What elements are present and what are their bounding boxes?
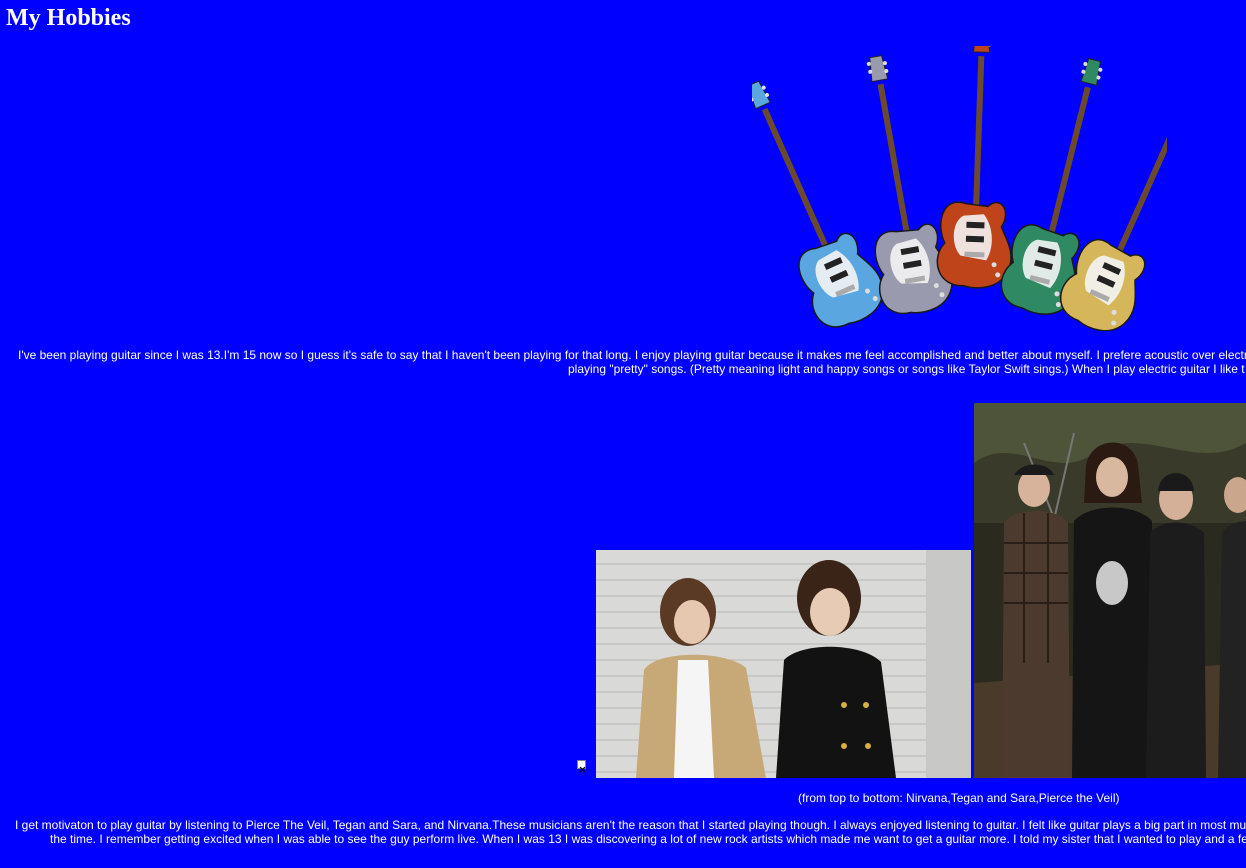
guitar-blue <box>752 67 894 331</box>
band-photo-tegan-and-sara <box>596 550 971 778</box>
paragraph-line: the time. I remember getting excited whe… <box>50 832 1246 846</box>
paragraph-line: playing "pretty" songs. (Pretty meaning … <box>568 362 1245 376</box>
guitar-gold <box>1051 72 1167 331</box>
paragraph-line: I get motivaton to play guitar by listen… <box>15 818 1246 832</box>
photo-caption: (from top to bottom: Nirvana,Tegan and S… <box>798 791 1120 805</box>
guitar-sunburst <box>935 46 1020 290</box>
broken-image-icon <box>577 760 586 773</box>
guitar-paragraph: I've been playing guitar since I was 13.… <box>0 348 1246 376</box>
page-title: My Hobbies <box>6 5 131 31</box>
band-photo-pierce-the-veil <box>974 403 1246 778</box>
paragraph-line: I've been playing guitar since I was 13.… <box>18 348 1246 362</box>
guitars-image <box>752 46 1167 331</box>
motivation-paragraph: I get motivaton to play guitar by listen… <box>0 818 1246 846</box>
